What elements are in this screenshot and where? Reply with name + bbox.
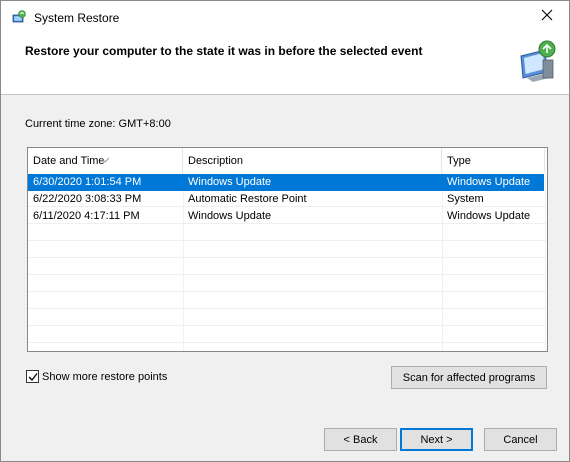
monitor-restore-icon bbox=[513, 38, 561, 86]
restore-points-list[interactable]: Date and Time Description Type 6/30/2020… bbox=[27, 147, 548, 352]
timezone-label: Current time zone: GMT+8:00 bbox=[25, 118, 171, 130]
grid-line bbox=[28, 257, 547, 258]
system-restore-icon bbox=[12, 10, 26, 24]
cell-date: 6/30/2020 1:01:54 PM bbox=[33, 176, 142, 188]
cell-description: Automatic Restore Point bbox=[188, 193, 307, 205]
table-row[interactable]: 6/30/2020 1:01:54 PM Windows Update Wind… bbox=[28, 174, 544, 191]
grid-line bbox=[28, 291, 547, 292]
window-title: System Restore bbox=[34, 11, 120, 25]
cell-description: Windows Update bbox=[188, 176, 272, 188]
cell-type: Windows Update bbox=[447, 176, 531, 188]
table-row[interactable]: 6/11/2020 4:17:11 PM Windows Update Wind… bbox=[28, 208, 547, 225]
column-header-date-label: Date and Time bbox=[33, 155, 105, 167]
cancel-button[interactable]: Cancel bbox=[484, 428, 557, 451]
show-more-checkbox[interactable]: Show more restore points bbox=[26, 370, 167, 383]
next-button[interactable]: Next > bbox=[400, 428, 473, 451]
checkmark-icon bbox=[28, 373, 38, 381]
grid-line bbox=[28, 342, 547, 343]
cell-date: 6/22/2020 3:08:33 PM bbox=[33, 193, 142, 205]
cell-type: System bbox=[447, 193, 484, 205]
column-header-type-label: Type bbox=[447, 155, 471, 167]
cell-description: Windows Update bbox=[188, 210, 272, 222]
column-header-date[interactable]: Date and Time bbox=[28, 148, 183, 173]
table-row[interactable]: 6/22/2020 3:08:33 PM Automatic Restore P… bbox=[28, 191, 547, 208]
scan-affected-programs-button[interactable]: Scan for affected programs bbox=[391, 366, 547, 389]
page-title: Restore your computer to the state it wa… bbox=[25, 44, 423, 58]
cell-date: 6/11/2020 4:17:11 PM bbox=[33, 210, 140, 222]
grid-line bbox=[28, 325, 547, 326]
list-header: Date and Time Description Type bbox=[28, 148, 547, 173]
column-header-description[interactable]: Description bbox=[183, 148, 442, 173]
wizard-header: Restore your computer to the state it wa… bbox=[1, 32, 569, 95]
close-button[interactable] bbox=[525, 1, 569, 32]
sort-ascending-icon bbox=[100, 148, 110, 163]
show-more-label: Show more restore points bbox=[42, 370, 168, 383]
column-header-description-label: Description bbox=[188, 155, 244, 167]
grid-line bbox=[28, 240, 547, 241]
back-button[interactable]: < Back bbox=[324, 428, 397, 451]
cell-type: Windows Update bbox=[447, 210, 531, 222]
close-icon bbox=[541, 9, 553, 24]
checkbox-box[interactable] bbox=[26, 370, 39, 383]
grid-line bbox=[28, 274, 547, 275]
title-bar[interactable]: System Restore bbox=[1, 1, 569, 32]
system-restore-window: System Restore Restore your computer to … bbox=[0, 0, 570, 462]
column-header-type[interactable]: Type bbox=[442, 148, 545, 173]
grid-line bbox=[28, 308, 547, 309]
